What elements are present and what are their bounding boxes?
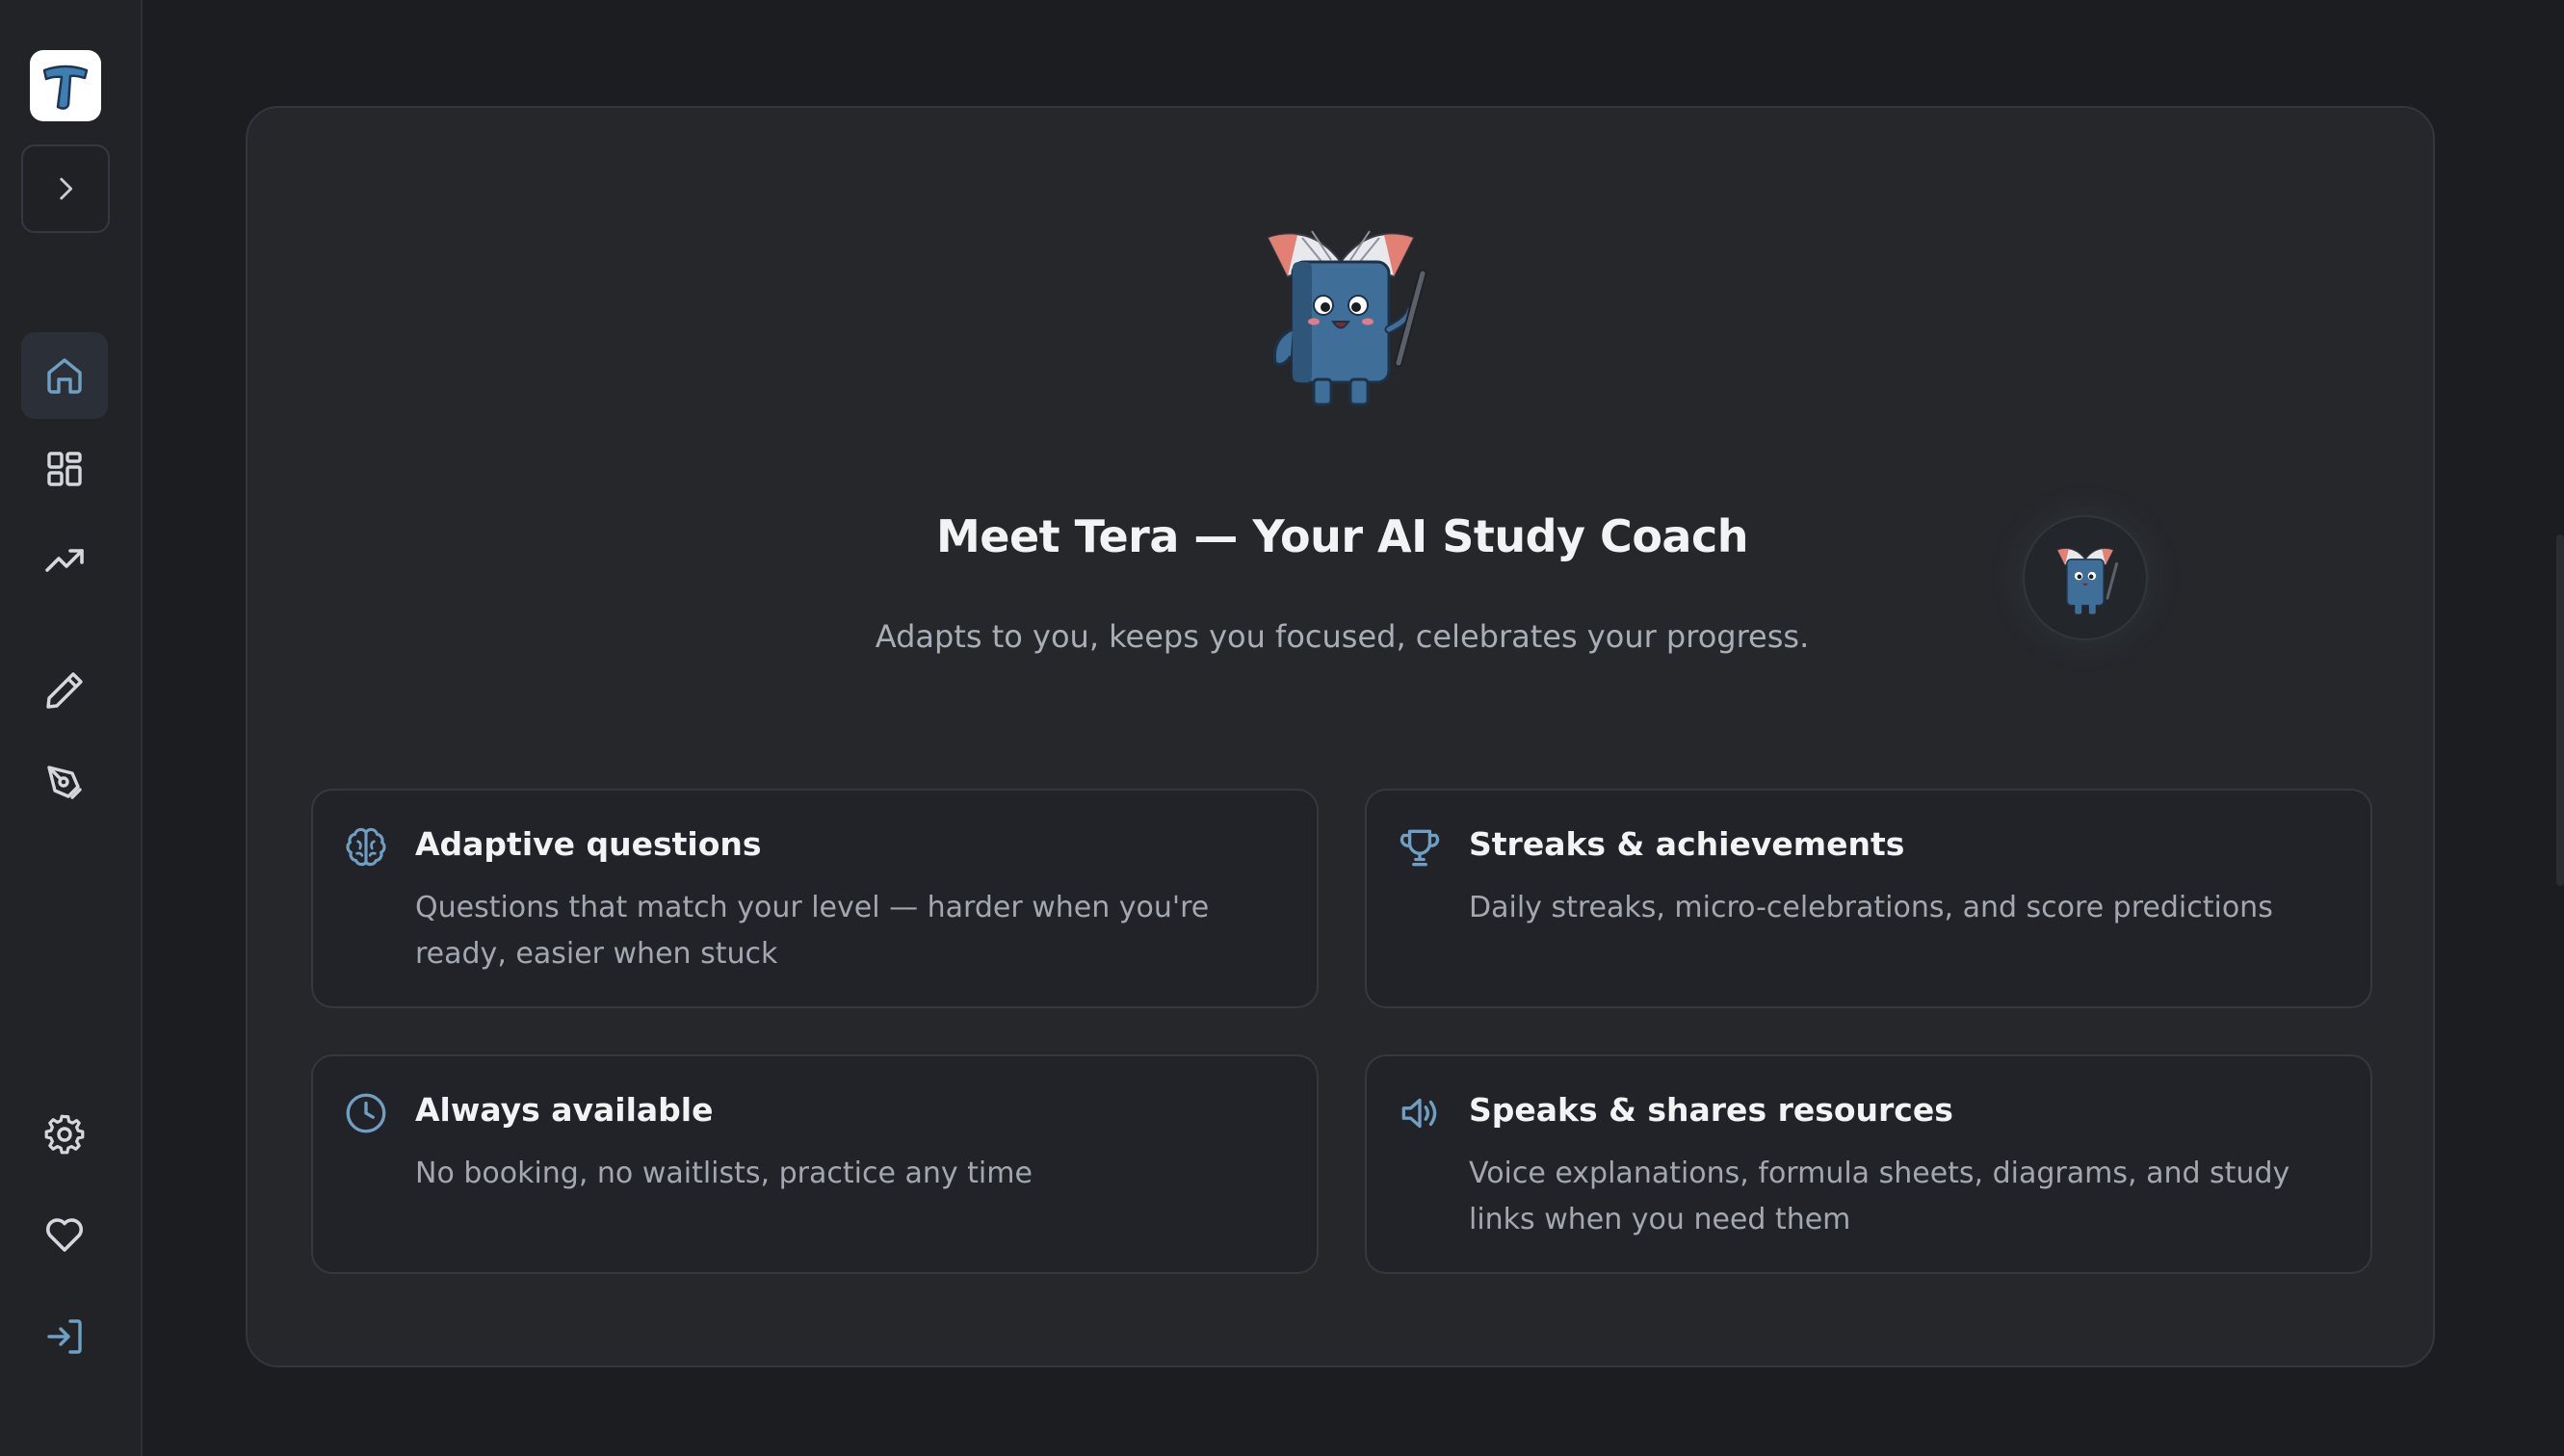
gear-icon <box>44 1114 85 1155</box>
scrollbar[interactable] <box>2556 534 2564 886</box>
home-icon <box>47 358 82 394</box>
feature-card-adaptive: Adaptive questions Questions that match … <box>311 789 1319 1008</box>
feature-title: Adaptive questions <box>415 825 762 863</box>
sidebar-item-favorites[interactable] <box>21 1191 108 1278</box>
sidebar-item-dashboard[interactable] <box>21 426 108 512</box>
feature-description: No booking, no waitlists, practice any t… <box>415 1157 1033 1190</box>
sidebar-toggle-button[interactable] <box>21 144 110 233</box>
app-logo[interactable] <box>30 50 101 121</box>
feature-title: Speaks & shares resources <box>1469 1091 1953 1129</box>
logo-t-icon <box>42 65 89 110</box>
heart-icon <box>46 1218 83 1252</box>
clock-icon <box>346 1093 386 1133</box>
feature-title: Streaks & achievements <box>1469 825 1905 863</box>
sidebar-item-write[interactable] <box>21 740 108 826</box>
grid-icon <box>47 452 82 486</box>
hero-subtitle: Adapts to you, keeps you focused, celebr… <box>875 618 1810 655</box>
feature-description: Voice explanations, formula sheets, diag… <box>1469 1157 2290 1236</box>
pencil-icon <box>46 672 83 709</box>
tera-mascot-illustration <box>1267 230 1427 406</box>
feature-description: Daily streaks, micro-celebrations, and s… <box>1469 891 2273 924</box>
chevron-right-icon <box>60 177 73 200</box>
trophy-icon <box>1400 829 1440 867</box>
sidebar-item-progress[interactable] <box>21 517 108 604</box>
sidebar-item-practice[interactable] <box>21 647 108 734</box>
pen-tool-icon <box>47 766 82 799</box>
welcome-card: Meet Tera — Your AI Study Coach Adapts t… <box>246 106 2435 1367</box>
feature-card-streaks: Streaks & achievements Daily streaks, mi… <box>1365 789 2372 1008</box>
sidebar-item-settings[interactable] <box>21 1091 108 1178</box>
feature-description: Questions that match your level — harder… <box>415 891 1210 971</box>
hero-title: Meet Tera — Your AI Study Coach <box>936 510 1748 562</box>
sidebar-item-home[interactable] <box>21 332 108 419</box>
speaker-icon <box>1401 1098 1437 1129</box>
feature-title: Always available <box>415 1091 714 1129</box>
sidebar-item-login[interactable] <box>21 1293 108 1380</box>
feature-card-resources: Speaks & shares resources Voice explanat… <box>1365 1054 2372 1274</box>
feature-card-available: Always available No booking, no waitlist… <box>311 1054 1319 1274</box>
trending-up-icon <box>45 549 84 572</box>
log-in-icon <box>47 1319 82 1354</box>
sidebar <box>0 0 143 1456</box>
brain-icon <box>346 827 386 867</box>
